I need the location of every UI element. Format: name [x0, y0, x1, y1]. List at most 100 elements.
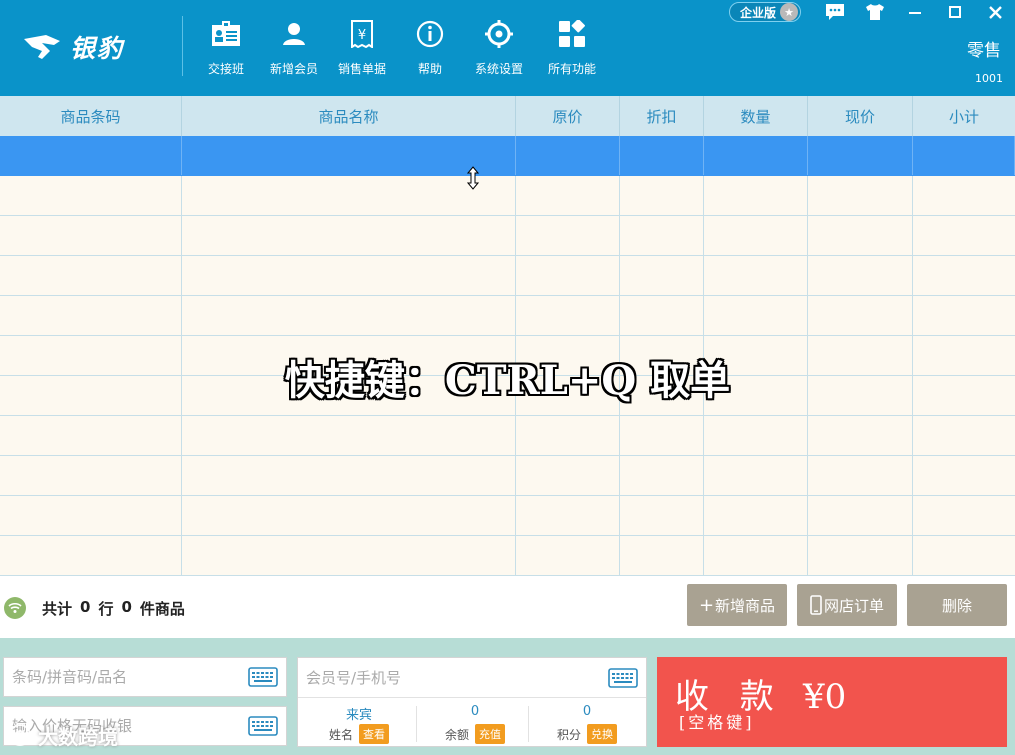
table-cell	[516, 456, 620, 495]
nav-sales-receipt[interactable]: ¥ 销售单据	[328, 14, 396, 80]
minimize-icon	[909, 12, 921, 14]
table-cell	[0, 416, 182, 455]
close-icon	[988, 5, 1002, 19]
table-cell	[913, 256, 1015, 295]
mobile-phone-icon	[810, 595, 822, 615]
plus-icon: +	[698, 594, 715, 616]
table-row[interactable]	[0, 176, 1015, 216]
member-points-group: 0 积分 兑换	[532, 704, 642, 744]
table-row[interactable]	[0, 496, 1015, 536]
table-cell	[913, 136, 1015, 175]
app-header: 银豹 交接班 新增会员 ¥ 销售单据 帮助 系统设置 所有功能 企业版 ★ 零售…	[0, 0, 1015, 96]
table-cell	[516, 256, 620, 295]
table-cell	[0, 456, 182, 495]
table-cell	[808, 136, 913, 175]
keyboard-icon[interactable]	[248, 667, 278, 687]
nav-help[interactable]: 帮助	[396, 14, 464, 80]
add-member-icon	[283, 23, 305, 45]
main-nav: 交接班 新增会员 ¥ 销售单据 帮助 系统设置 所有功能	[192, 14, 610, 80]
watermark-logo-icon	[9, 724, 31, 746]
table-row[interactable]	[0, 256, 1015, 296]
table-row[interactable]	[0, 136, 1015, 176]
header-divider	[182, 16, 183, 76]
edition-badge[interactable]: 企业版 ★	[728, 2, 801, 22]
table-header: 商品条码 商品名称 原价 折扣 数量 现价 小计	[0, 96, 1015, 136]
skin-button[interactable]	[855, 0, 895, 24]
nav-label: 系统设置	[474, 62, 523, 76]
sales-mode[interactable]: 零售	[967, 36, 1001, 61]
delete-button[interactable]: 删除	[907, 584, 1007, 626]
col-discount: 折扣	[620, 96, 704, 136]
table-cell	[704, 416, 808, 455]
table-cell	[620, 216, 704, 255]
chat-bubble-icon	[826, 4, 844, 20]
close-button[interactable]	[975, 0, 1015, 24]
barcode-input[interactable]	[4, 658, 248, 696]
table-cell	[182, 216, 516, 255]
resize-cursor-icon	[467, 166, 479, 190]
table-cell	[516, 216, 620, 255]
maximize-button[interactable]	[935, 0, 975, 24]
settings-icon	[485, 20, 513, 48]
table-cell	[182, 536, 516, 575]
table-cell	[182, 296, 516, 335]
table-cell	[808, 496, 913, 535]
table-row[interactable]	[0, 416, 1015, 456]
shift-handover-icon	[212, 21, 240, 46]
table-row[interactable]	[0, 296, 1015, 336]
table-cell	[913, 456, 1015, 495]
member-balance-value: 0	[470, 704, 480, 719]
store-number: 1001	[975, 72, 1003, 85]
member-name-group: 来宾 姓名 查看	[304, 704, 414, 744]
tshirt-icon	[866, 4, 884, 20]
recharge-button[interactable]: 充值	[475, 724, 505, 744]
member-divider	[528, 706, 529, 742]
nav-shift-handover[interactable]: 交接班	[192, 14, 260, 80]
table-row[interactable]	[0, 536, 1015, 576]
table-cell	[182, 136, 516, 175]
table-cell	[704, 216, 808, 255]
table-cell	[516, 296, 620, 335]
watermark: 大数跨境	[8, 720, 118, 750]
table-cell	[808, 296, 913, 335]
view-member-button[interactable]: 查看	[359, 724, 389, 744]
item-count: 共计 0 行 0 件商品	[42, 598, 185, 619]
nav-settings[interactable]: 系统设置	[464, 14, 534, 80]
wifi-icon	[4, 597, 26, 619]
table-cell	[0, 296, 182, 335]
member-input[interactable]	[298, 658, 608, 697]
message-button[interactable]	[815, 0, 855, 24]
minimize-button[interactable]	[895, 0, 935, 24]
col-quantity: 数量	[704, 96, 808, 136]
table-cell	[704, 296, 808, 335]
barcode-search-box	[3, 657, 287, 697]
table-cell	[182, 176, 516, 215]
add-product-label: 新增商品	[715, 596, 776, 615]
checkout-button[interactable]: 收 款 [空格键] ¥0	[657, 657, 1007, 747]
online-orders-button[interactable]: 网店订单	[797, 584, 897, 626]
member-divider	[416, 706, 417, 742]
count-prefix: 共计	[42, 600, 73, 618]
table-row[interactable]	[0, 216, 1015, 256]
table-cell	[0, 136, 182, 175]
table-cell	[808, 256, 913, 295]
nav-label: 帮助	[417, 62, 442, 76]
table-row[interactable]	[0, 456, 1015, 496]
add-product-button[interactable]: + 新增商品	[687, 584, 787, 626]
table-cell	[0, 256, 182, 295]
table-cell	[182, 416, 516, 455]
table-cell	[913, 296, 1015, 335]
nav-add-member[interactable]: 新增会员	[260, 14, 328, 80]
nav-label: 新增会员	[269, 62, 318, 76]
keyboard-icon[interactable]	[608, 667, 638, 688]
table-cell	[808, 216, 913, 255]
redeem-button[interactable]: 兑换	[587, 724, 617, 744]
svg-text:¥: ¥	[358, 28, 366, 43]
table-cell	[913, 216, 1015, 255]
table-cell	[808, 416, 913, 455]
col-original-price: 原价	[516, 96, 620, 136]
nav-all-functions[interactable]: 所有功能	[534, 14, 610, 80]
keyboard-icon[interactable]	[248, 716, 278, 736]
table-cell	[620, 136, 704, 175]
member-panel: 来宾 姓名 查看 0 余额 充值 0 积分 兑换	[297, 657, 647, 747]
